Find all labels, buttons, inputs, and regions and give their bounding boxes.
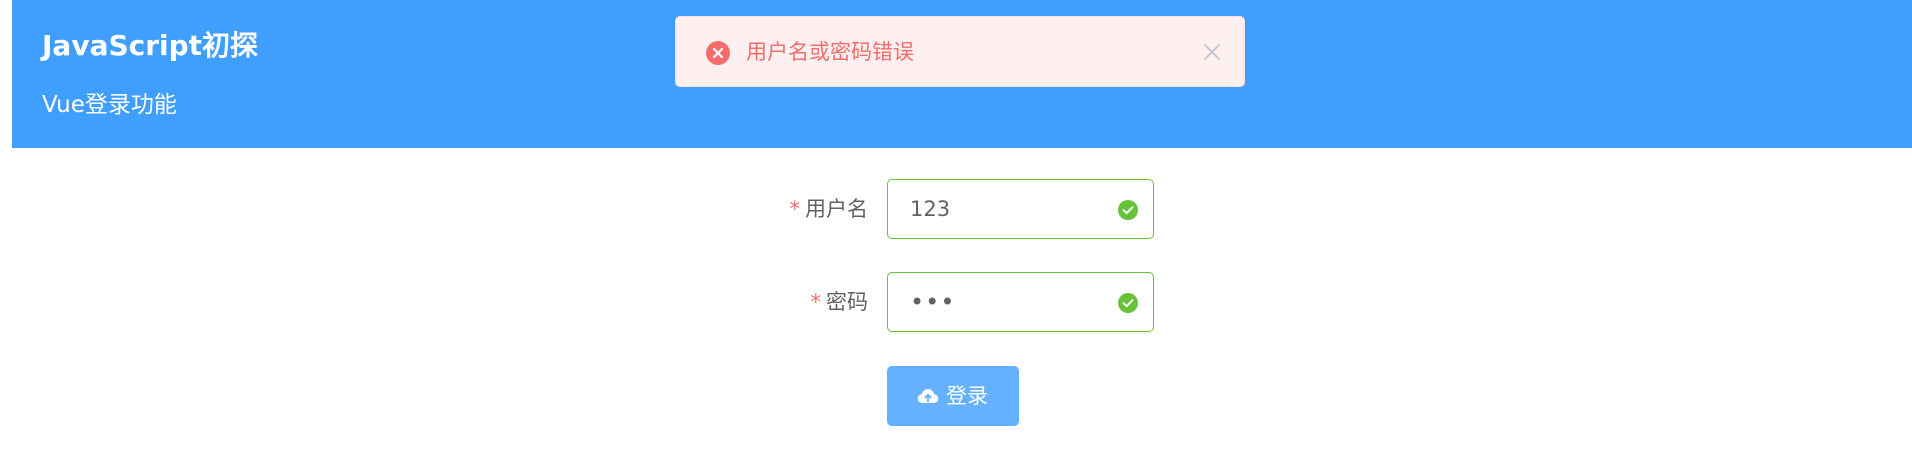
error-message-text: 用户名或密码错误	[746, 40, 914, 64]
username-form-item: * 用户名	[0, 179, 1912, 239]
password-label: * 密码	[811, 272, 869, 332]
page: JavaScript初探 Vue登录功能 用户名或密码错误 *用户名 *密码	[0, 0, 1912, 475]
password-form-item: * 密码	[0, 272, 1912, 332]
username-input[interactable]	[910, 180, 1110, 238]
error-circle-icon	[706, 41, 730, 65]
username-input-wrapper[interactable]	[887, 179, 1154, 239]
error-message: 用户名或密码错误	[675, 16, 1245, 87]
check-circle-icon	[1118, 293, 1138, 313]
login-button[interactable]: 登录	[887, 366, 1019, 426]
required-mark: *	[789, 197, 801, 221]
username-label-text: 用户名	[805, 197, 868, 221]
check-circle-icon	[1118, 200, 1138, 220]
username-label: * 用户名	[790, 179, 869, 239]
cloud-upload-icon	[917, 389, 939, 403]
login-button-label: 登录	[946, 384, 988, 408]
password-input-wrapper[interactable]	[887, 272, 1154, 332]
close-icon[interactable]	[1201, 41, 1223, 63]
page-title: JavaScript初探	[42, 29, 259, 62]
password-input[interactable]	[910, 273, 1110, 331]
password-label-text: 密码	[826, 290, 868, 314]
required-mark: *	[810, 290, 822, 314]
page-subtitle: Vue登录功能	[42, 92, 177, 118]
